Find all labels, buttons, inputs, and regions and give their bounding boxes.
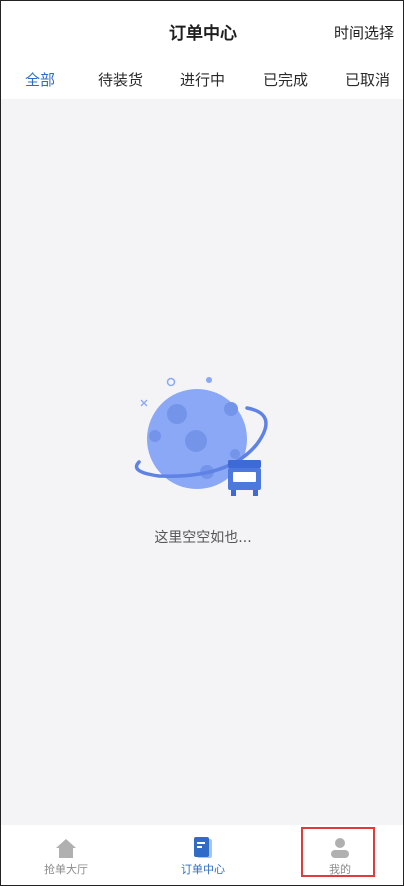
status-tabs: 全部 待装货 进行中 已完成 已取消 [1,63,403,99]
tab-pending-loading[interactable]: 待装货 [98,69,143,90]
home-icon [56,839,76,858]
order-list-area: 这里空空如也... [1,99,403,825]
tab-in-progress[interactable]: 进行中 [180,69,225,90]
highlight-box [301,827,375,877]
tab-completed[interactable]: 已完成 [263,69,308,90]
planet-truck-illustration [134,377,268,496]
empty-state-message: 这里空空如也... [154,530,252,546]
decor-cross [140,399,148,407]
tab-all[interactable]: 全部 [25,69,55,90]
truck-icon [228,460,261,496]
order-icon [194,837,212,858]
nav-item-order-hall[interactable]: 抢单大厅 [16,825,116,885]
header: 订单中心 时间选择 [1,1,403,63]
app-screen: 订单中心 时间选择 全部 待装货 进行中 已完成 已取消 这里空空如也... 抢… [0,0,404,886]
tab-cancelled[interactable]: 已取消 [345,69,390,90]
nav-item-order-center[interactable]: 订单中心 [153,825,253,885]
nav-label-order-hall: 抢单大厅 [44,863,88,876]
nav-label-order-center: 订单中心 [181,863,225,876]
decor-dot [206,377,212,383]
time-select-button[interactable]: 时间选择 [334,22,394,43]
decor-circle [166,377,176,387]
